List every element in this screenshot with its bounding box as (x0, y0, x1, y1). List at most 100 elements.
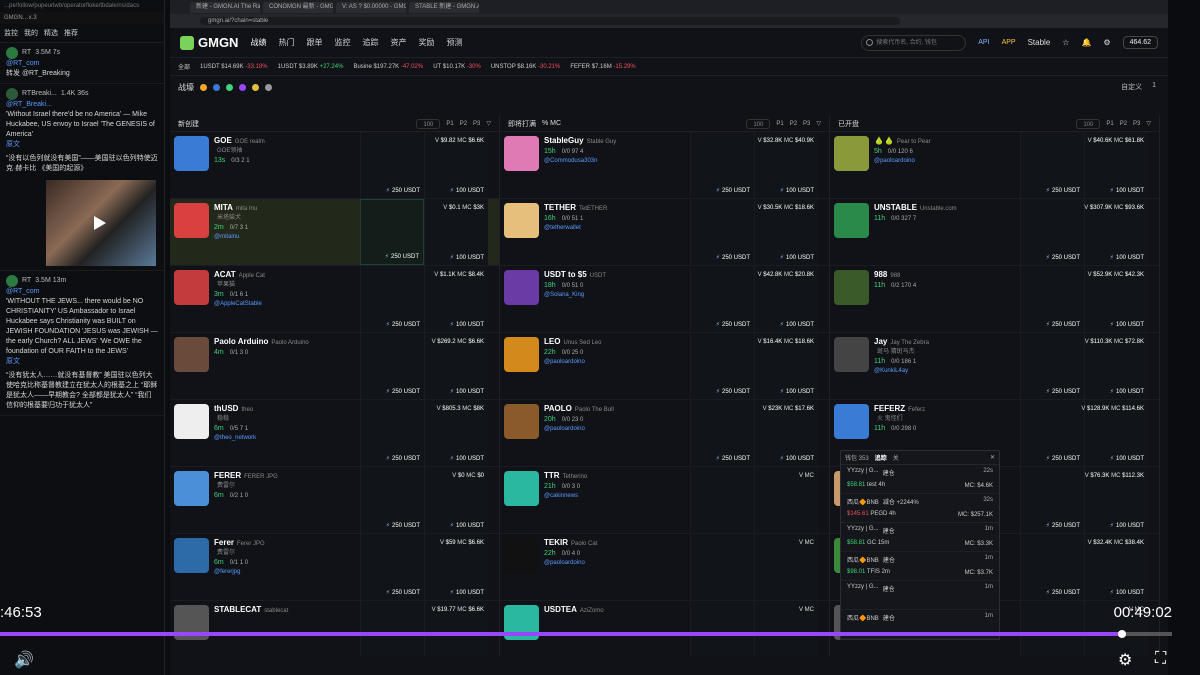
filter-icon[interactable]: ▽ (816, 120, 821, 127)
quick-buy-button[interactable]: 250 USDT (716, 321, 750, 328)
video-progress-bar[interactable] (0, 630, 1172, 638)
market-box[interactable]: V $32.4K MC $38.4K 100 USDT (1084, 534, 1148, 600)
token-row[interactable]: StableGuy Stable Guy 15h 0/0 97 4 @Commodusa… (500, 132, 829, 199)
nav-item[interactable]: 战绩 (250, 37, 266, 48)
quick-buy-button[interactable]: 250 USDT (386, 187, 420, 194)
preset-button[interactable]: P2 (1120, 121, 1127, 127)
quick-buy-box[interactable]: 250 USDT (360, 132, 424, 198)
preset-button[interactable]: P3 (473, 121, 480, 127)
quick-buy-box[interactable]: 250 USDT (360, 333, 424, 399)
tracking-row[interactable]: 西瓜🔶BNB 建仓 1m $98.01 TFIS 2m MC: $3.7K (841, 552, 999, 581)
token-row[interactable]: Paolo ArduinoPaolo Arduino 4m 0/1 3 0 250 U… (170, 333, 499, 400)
market-box[interactable]: V $269.2 MC $6.6K 100 USDT (424, 333, 488, 399)
customize-button[interactable]: 自定义 (1121, 82, 1142, 92)
quick-buy-button[interactable]: 100 USDT (1110, 321, 1144, 328)
nav-item[interactable]: 预测 (446, 37, 462, 48)
volume-icon[interactable]: 🔊 (14, 650, 34, 670)
nav-item[interactable]: 奖励 (418, 37, 434, 48)
quick-buy-box[interactable]: 250 USDT (1020, 199, 1084, 265)
quick-buy-button[interactable]: 250 USDT (386, 321, 420, 328)
popup-tab[interactable]: 关 (893, 453, 899, 462)
quick-buy-box[interactable]: 250 USDT (1020, 266, 1084, 332)
market-box[interactable]: V $16.4K MC $18.6K 100 USDT (754, 333, 818, 399)
quick-buy-box[interactable]: 250 USDT (360, 266, 424, 332)
market-box[interactable]: V MC (754, 601, 818, 656)
quick-buy-box[interactable]: 250 USDT (360, 400, 424, 466)
quick-buy-button[interactable]: 250 USDT (1046, 187, 1080, 194)
post-original-link[interactable]: 原文 (6, 140, 158, 150)
quick-buy-button[interactable]: 250 USDT (1046, 388, 1080, 395)
preset-button[interactable]: P3 (1133, 121, 1140, 127)
chain-dot[interactable] (252, 83, 259, 91)
token-twitter[interactable]: @fererjpg (214, 568, 360, 577)
quick-buy-box[interactable]: 250 USDT (360, 534, 424, 600)
market-box[interactable]: V $19.77 MC $6.6K (424, 601, 488, 656)
token-avatar[interactable] (834, 337, 869, 372)
post[interactable]: RTBreaki... 1.4K 36s @RT_Breaki... 'With… (0, 84, 164, 271)
quick-buy-button[interactable]: 100 USDT (780, 455, 814, 462)
chain-dot[interactable] (265, 83, 272, 91)
quick-buy-button[interactable]: 100 USDT (780, 321, 814, 328)
tab-recommend[interactable]: 推荐 (64, 28, 78, 38)
token-avatar[interactable] (834, 136, 869, 171)
token-twitter[interactable]: @AppleCatStable (214, 300, 360, 309)
app-link[interactable]: APP (1002, 39, 1016, 46)
token-avatar[interactable] (504, 136, 539, 171)
post-handle[interactable]: @RT_Breaki... (6, 100, 158, 110)
token-twitter[interactable]: @Solana_King (544, 291, 690, 300)
gear-icon[interactable]: ⚙ (1103, 38, 1110, 47)
ticker-item[interactable]: UT $10.17K -30% (433, 64, 481, 70)
token-row[interactable]: LEOUnus Sed Leo 22h 0/0 25 0 @paoloardoino 2… (500, 333, 829, 400)
quick-buy-button[interactable]: 100 USDT (1110, 388, 1144, 395)
url-field[interactable]: gmgn.ai/?chain=stable (200, 17, 900, 25)
quick-buy-button[interactable]: 250 USDT (1046, 522, 1080, 529)
mc-toggle[interactable]: % MC (542, 120, 561, 127)
wallet-balance[interactable]: 464.62 (1122, 36, 1158, 49)
token-row[interactable]: USDT to $5USDT 18h 0/0 51 0 @Solana_King 250… (500, 266, 829, 333)
token-twitter[interactable]: @theo_network (214, 434, 360, 443)
market-box[interactable]: V $110.3K MC $72.8K 100 USDT (1084, 333, 1148, 399)
quick-buy-box[interactable]: 250 USDT (360, 467, 424, 533)
market-box[interactable]: V $307.9K MC $93.6K 100 USDT (1084, 199, 1148, 265)
video-progress-knob[interactable] (1118, 630, 1126, 638)
quick-buy-button[interactable]: 100 USDT (450, 321, 484, 328)
token-twitter[interactable]: @paoloardoino (544, 425, 690, 434)
quick-buy-button[interactable]: 100 USDT (1110, 589, 1144, 596)
token-row[interactable]: thUSDtheo 稳稳 6m 0/5 7 1 @theo_network 250 USD… (170, 400, 499, 467)
quick-buy-box[interactable]: 250 USDT (1020, 132, 1084, 198)
token-twitter[interactable]: @paoloardoino (544, 358, 690, 367)
settings-gear-icon[interactable]: ⚙ (1118, 650, 1132, 670)
market-box[interactable]: V $23K MC $17.6K 100 USDT (754, 400, 818, 466)
popup-tab[interactable]: 追踪 (875, 453, 887, 462)
token-row[interactable]: 988988 11h 0/2 170 4 250 USDT V $52.9K MC $4… (830, 266, 1159, 333)
browser-tab[interactable]: CONGMGN 最新 - GMGN.AI (263, 1, 333, 13)
fullscreen-icon[interactable]: ⛶ (1155, 650, 1166, 668)
quick-buy-box[interactable]: 250 USDT (690, 132, 754, 198)
browser-tab[interactable]: V: AS ? $0.00000 - GMGN.AI (336, 1, 406, 13)
token-avatar[interactable] (174, 404, 209, 439)
market-box[interactable]: V $59 MC $6.6K 100 USDT (424, 534, 488, 600)
quick-buy-box[interactable]: 250 USDT (690, 199, 754, 265)
token-row[interactable]: FERERFERER JPG 费雷尔 6m 0/2 1 0 250 USDT V $0 M… (170, 467, 499, 534)
chain-dot[interactable] (226, 83, 233, 91)
token-row[interactable]: ACAT Apple Cat 苹果猫 3m 0/1 6 1 @AppleCatStable… (170, 266, 499, 333)
quick-buy-button[interactable]: 100 USDT (1110, 455, 1144, 462)
quick-buy-button[interactable]: 100 USDT (450, 589, 484, 596)
tracking-row[interactable]: YYzzy | G... 建仓 22s $58.81 test 4h MC: $4.6K (841, 465, 999, 494)
quick-buy-box[interactable]: 250 USDT (690, 400, 754, 466)
token-twitter[interactable]: @Commodusa303n (544, 157, 690, 166)
quick-buy-box[interactable] (360, 601, 424, 656)
token-avatar[interactable] (504, 203, 539, 238)
token-row[interactable]: USDTEA AziZomo V MC (500, 601, 829, 656)
token-avatar[interactable] (174, 270, 209, 305)
ticker-item[interactable]: Busine $197.27K -47.02% (353, 64, 423, 70)
token-row[interactable]: GOEGOE realm GOE领袖 13s 0/3 2 1 250 USDT V $9.… (170, 132, 499, 199)
market-box[interactable]: V $42.8K MC $20.8K 100 USDT (754, 266, 818, 332)
post[interactable]: RT 3.5M 13m @RT_com 'WITHOUT THE JEWS...… (0, 271, 164, 416)
post-handle[interactable]: @RT_com (6, 59, 158, 69)
market-box[interactable]: V $40.6K MC $61.8K 100 USDT (1084, 132, 1148, 198)
token-avatar[interactable] (504, 270, 539, 305)
nav-item[interactable]: 跟单 (306, 37, 322, 48)
tracking-row[interactable]: 西瓜🔶BNB 减仓 +2244% 32s $145.61 PEGD 4h MC: $25… (841, 494, 999, 523)
token-twitter[interactable]: @tetherwallet (544, 224, 690, 233)
